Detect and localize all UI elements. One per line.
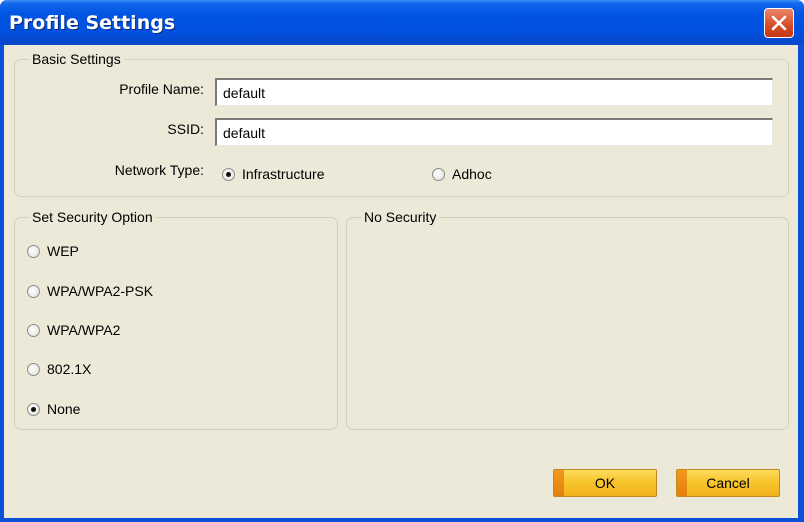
radio-wpa-label: WPA/WPA2 (47, 322, 121, 338)
close-icon (771, 15, 787, 31)
radio-unchecked-icon (27, 323, 40, 337)
radio-checked-icon (27, 402, 40, 416)
radio-wpa-psk-label: WPA/WPA2-PSK (47, 283, 154, 299)
profile-name-label: Profile Name: (119, 81, 204, 97)
security-detail-legend: No Security (361, 209, 440, 225)
close-button[interactable] (764, 8, 794, 38)
radio-wpa-psk[interactable]: WPA/WPA2-PSK (27, 283, 153, 299)
network-type-label: Network Type: (114, 162, 204, 178)
ssid-label: SSID: (167, 121, 204, 137)
radio-8021x-label: 802.1X (47, 361, 92, 377)
radio-checked-icon (222, 167, 235, 181)
window-title: Profile Settings (9, 12, 176, 34)
cancel-button[interactable]: Cancel (676, 469, 780, 497)
radio-wep[interactable]: WEP (27, 243, 79, 259)
radio-infrastructure[interactable]: Infrastructure (222, 166, 324, 182)
radio-none[interactable]: None (27, 401, 80, 417)
radio-infrastructure-label: Infrastructure (242, 166, 325, 182)
radio-wpa[interactable]: WPA/WPA2 (27, 322, 120, 338)
radio-adhoc-label: Adhoc (452, 166, 492, 182)
ok-button[interactable]: OK (553, 469, 657, 497)
security-option-legend: Set Security Option (29, 209, 156, 225)
security-detail-group: No Security (346, 209, 789, 430)
radio-unchecked-icon (27, 284, 40, 298)
radio-unchecked-icon (27, 244, 40, 258)
dialog-body: Basic Settings Profile Name: default SSI… (4, 45, 798, 518)
profile-name-input[interactable]: default (215, 78, 773, 106)
ok-button-label: OK (594, 475, 616, 491)
radio-wep-label: WEP (47, 243, 79, 259)
title-bar[interactable]: Profile Settings (0, 0, 804, 45)
ssid-input[interactable]: default (215, 118, 773, 146)
profile-settings-window: Profile Settings Basic Settings Profile … (0, 0, 804, 522)
radio-unchecked-icon (432, 167, 445, 181)
radio-none-label: None (47, 401, 81, 417)
basic-settings-legend: Basic Settings (29, 51, 124, 67)
cancel-button-label: Cancel (706, 475, 750, 491)
radio-8021x[interactable]: 802.1X (27, 361, 91, 377)
radio-unchecked-icon (27, 362, 40, 376)
radio-adhoc[interactable]: Adhoc (432, 166, 492, 182)
